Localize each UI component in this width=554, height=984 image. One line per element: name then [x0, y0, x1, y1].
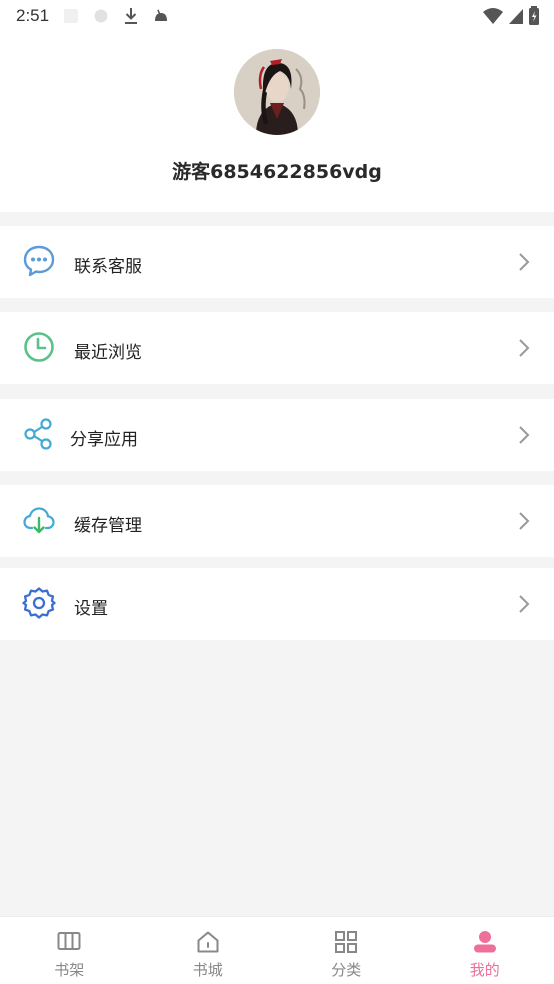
menu-item-share-app[interactable]: 分享应用 — [0, 399, 554, 471]
gear-icon — [22, 587, 56, 619]
tab-bookshelf[interactable]: 书架 — [0, 917, 139, 984]
user-icon — [473, 931, 496, 953]
chevron-right-icon — [519, 339, 530, 357]
tab-label: 分类 — [331, 961, 362, 979]
share-icon — [24, 418, 52, 450]
signal-icon — [509, 9, 523, 24]
menu-item-label: 设置 — [74, 599, 108, 619]
avatar-image — [234, 49, 320, 135]
menu-item-contact-service[interactable]: 联系客服 — [0, 226, 554, 298]
menu-item-label: 联系客服 — [74, 257, 142, 277]
grid-icon — [335, 931, 358, 953]
cloud-download-icon — [23, 507, 55, 534]
circle-notification-icon — [94, 9, 108, 23]
status-system-icons — [482, 6, 540, 26]
status-notification-icons — [63, 7, 169, 25]
menu-item-settings[interactable]: 设置 — [0, 568, 554, 640]
menu-item-recent-browse[interactable]: 最近浏览 — [0, 312, 554, 384]
chevron-right-icon — [519, 512, 530, 530]
menu-item-label: 分享应用 — [70, 430, 138, 450]
bookshelf-icon — [57, 932, 81, 950]
profile-header: 游客6854622856vdg — [0, 32, 554, 212]
chevron-right-icon — [519, 426, 530, 444]
tab-label: 书城 — [192, 961, 223, 979]
menu-item-cache-management[interactable]: 缓存管理 — [0, 485, 554, 557]
avatar[interactable] — [234, 49, 320, 135]
tab-mine[interactable]: 我的 — [416, 917, 554, 984]
square-notification-icon — [64, 9, 79, 23]
tab-label: 书架 — [54, 961, 85, 979]
wifi-icon — [483, 8, 503, 24]
android-icon — [155, 9, 168, 21]
chat-icon — [23, 245, 55, 277]
download-icon — [125, 8, 138, 24]
bottom-tab-bar: 书架 书城 分类 我的 — [0, 916, 554, 984]
chevron-right-icon — [519, 253, 530, 271]
clock-icon — [24, 332, 54, 362]
tab-bookstore[interactable]: 书城 — [139, 917, 278, 984]
chevron-right-icon — [519, 595, 530, 613]
status-bar: 2:51 — [0, 0, 554, 32]
tab-category[interactable]: 分类 — [277, 917, 416, 984]
tab-label: 我的 — [469, 961, 500, 979]
menu-item-label: 缓存管理 — [74, 516, 142, 536]
home-icon — [197, 931, 219, 953]
menu-item-label: 最近浏览 — [74, 343, 142, 363]
battery-icon — [529, 6, 539, 25]
username: 游客6854622856vdg — [172, 161, 382, 183]
status-time: 2:51 — [16, 6, 50, 25]
